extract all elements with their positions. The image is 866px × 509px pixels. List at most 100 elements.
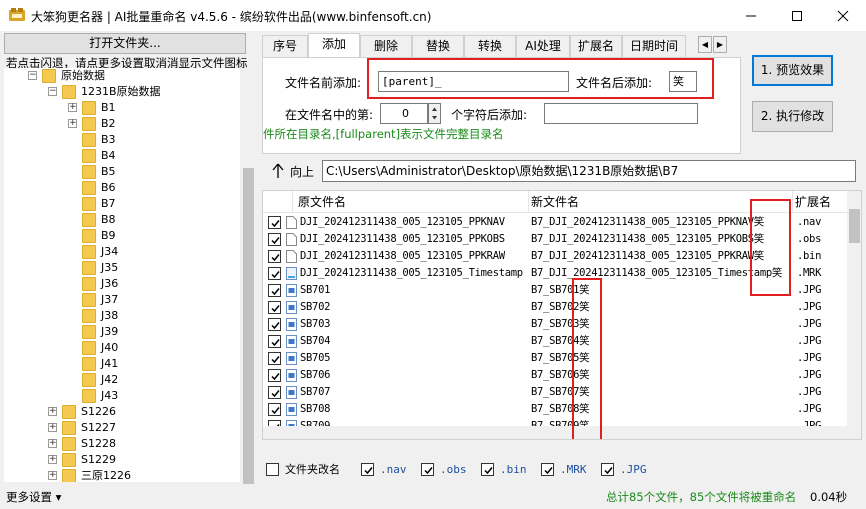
new-name-cell: B7_SB707笑 <box>531 386 590 398</box>
insert-position-label: 在文件名中的第: <box>285 108 374 122</box>
maximize-button[interactable] <box>774 0 820 31</box>
file-list-hscrollbar[interactable] <box>263 426 847 439</box>
extension-filter-bar: 文件夹改名 .nav .obs .bin .MRK .JPG <box>262 460 862 480</box>
file-list-vscrollbar[interactable] <box>847 191 861 439</box>
row-checkbox[interactable] <box>268 250 281 263</box>
folder-icon <box>82 133 96 147</box>
extension-cell: .bin <box>797 250 822 262</box>
tab-scroll-right-button[interactable]: ▶ <box>713 36 727 53</box>
collapse-icon[interactable]: − <box>48 87 57 96</box>
folder-tree[interactable]: − 原始数据 −1231B原始数据 + B1 + B2 B3 B4 B5 B6 B7 B8 B9 J34 J3… <box>4 68 257 482</box>
prefix-tip-text: 件所在目录名,[fullparent]表示文件完整目录名 <box>263 127 504 141</box>
extension-cell: .JPG <box>797 403 822 415</box>
window-title: 大笨狗更名器 | AI批量重命名 v4.5.6 - 缤纷软件出品(www.bin… <box>31 10 432 24</box>
new-name-cell: B7_SB706笑 <box>531 369 590 381</box>
tab-sequence[interactable]: 序号 <box>262 35 308 57</box>
filter-checkbox[interactable] <box>421 463 434 476</box>
filter-checkbox[interactable] <box>481 463 494 476</box>
add-tab-panel: 文件名前添加: [parent]_ 文件名后添加: 笑 在文件名中的第: 0 个… <box>262 57 741 154</box>
expand-icon[interactable]: + <box>48 423 57 432</box>
insert-position-spin-button[interactable] <box>428 103 441 124</box>
tree-scrollbar[interactable] <box>240 68 257 498</box>
original-name-cell: SB701 <box>300 284 331 296</box>
header-extension[interactable]: 扩展名 <box>793 191 847 213</box>
row-checkbox[interactable] <box>268 369 281 382</box>
expand-icon[interactable]: + <box>48 407 57 416</box>
open-folder-button[interactable]: 打开文件夹... <box>4 33 246 54</box>
file-row[interactable]: SB704 B7_SB704笑 .JPG <box>263 333 847 350</box>
folder-icon <box>62 469 76 482</box>
filter-label: .nav <box>380 463 407 476</box>
tab-delete[interactable]: 删除 <box>360 35 412 57</box>
header-original-name[interactable]: 原文件名 <box>293 191 529 213</box>
file-list[interactable]: 原文件名 新文件名 扩展名 DJI_202412311438_005_12310… <box>262 190 862 440</box>
data-file-icon <box>286 267 297 280</box>
filter-checkbox[interactable] <box>601 463 614 476</box>
file-row[interactable]: SB703 B7_SB703笑 .JPG <box>263 316 847 333</box>
row-checkbox[interactable] <box>268 386 281 399</box>
tree-node-label: B8 <box>101 213 116 226</box>
image-file-icon <box>286 318 297 331</box>
tree-node-label: J38 <box>101 309 119 322</box>
row-checkbox[interactable] <box>268 403 281 416</box>
filter-checkbox[interactable] <box>541 463 554 476</box>
spin-arrows-icon <box>432 107 437 120</box>
close-button[interactable] <box>820 0 866 31</box>
execute-button[interactable]: 2. 执行修改 <box>752 101 833 132</box>
minimize-button[interactable] <box>728 0 774 31</box>
up-button[interactable]: 向上 <box>262 159 322 184</box>
more-settings-button[interactable]: 更多设置 ▾ <box>6 489 61 505</box>
file-row[interactable]: SB707 B7_SB707笑 .JPG <box>263 384 847 401</box>
tree-node-label: 三原1226 <box>81 469 131 482</box>
file-row[interactable]: SB702 B7_SB702笑 .JPG <box>263 299 847 316</box>
expand-icon[interactable]: + <box>48 471 57 480</box>
file-row[interactable]: SB708 B7_SB708笑 .JPG <box>263 401 847 418</box>
original-name-cell: SB703 <box>300 318 331 330</box>
expand-icon[interactable]: + <box>68 103 77 112</box>
row-checkbox[interactable] <box>268 352 281 365</box>
tab-convert[interactable]: 转换 <box>464 35 516 57</box>
row-checkbox[interactable] <box>268 216 281 229</box>
path-input[interactable]: C:\Users\Administrator\Desktop\原始数据\1231… <box>322 160 856 182</box>
row-checkbox[interactable] <box>268 284 281 297</box>
folder-icon <box>82 293 96 307</box>
tree-node-label: B6 <box>101 181 116 194</box>
tab-ai[interactable]: AI处理 <box>516 35 570 57</box>
row-checkbox[interactable] <box>268 301 281 314</box>
tree-node-label: 1231B原始数据 <box>81 85 161 98</box>
tree-node-label: B1 <box>101 101 116 114</box>
preview-button[interactable]: 1. 预览效果 <box>752 55 833 86</box>
filter-checkbox[interactable] <box>266 463 279 476</box>
tab-replace[interactable]: 替换 <box>412 35 464 57</box>
insert-position-stepper[interactable]: 0 <box>380 103 428 124</box>
image-file-icon <box>286 301 297 314</box>
file-list-vscrollbar-thumb[interactable] <box>849 209 860 243</box>
tree-node-label: B7 <box>101 197 116 210</box>
tree-scrollbar-thumb[interactable] <box>243 168 254 498</box>
row-checkbox[interactable] <box>268 335 281 348</box>
folder-icon <box>82 357 96 371</box>
tree-node-label: J42 <box>101 373 119 386</box>
insert-text-input[interactable] <box>544 103 698 124</box>
expand-icon[interactable]: + <box>48 455 57 464</box>
collapse-icon[interactable]: − <box>28 71 37 80</box>
folder-icon <box>62 453 76 467</box>
tab-extension[interactable]: 扩展名 <box>570 35 622 57</box>
extension-cell: .JPG <box>797 369 822 381</box>
row-checkbox[interactable] <box>268 267 281 280</box>
highlight-box-suffix-long <box>750 199 791 296</box>
tab-add[interactable]: 添加 <box>308 33 360 58</box>
row-checkbox[interactable] <box>268 233 281 246</box>
folder-icon <box>82 101 96 115</box>
expand-icon[interactable]: + <box>68 119 77 128</box>
folder-icon <box>82 277 96 291</box>
filter-checkbox[interactable] <box>361 463 374 476</box>
tree-node-label: B5 <box>101 165 116 178</box>
tab-datetime[interactable]: 日期时间 <box>622 35 686 57</box>
tab-scroll-left-button[interactable]: ◀ <box>698 36 712 53</box>
file-row[interactable]: SB705 B7_SB705笑 .JPG <box>263 350 847 367</box>
row-checkbox[interactable] <box>268 318 281 331</box>
app-logo-icon <box>9 8 25 22</box>
expand-icon[interactable]: + <box>48 439 57 448</box>
file-row[interactable]: SB706 B7_SB706笑 .JPG <box>263 367 847 384</box>
